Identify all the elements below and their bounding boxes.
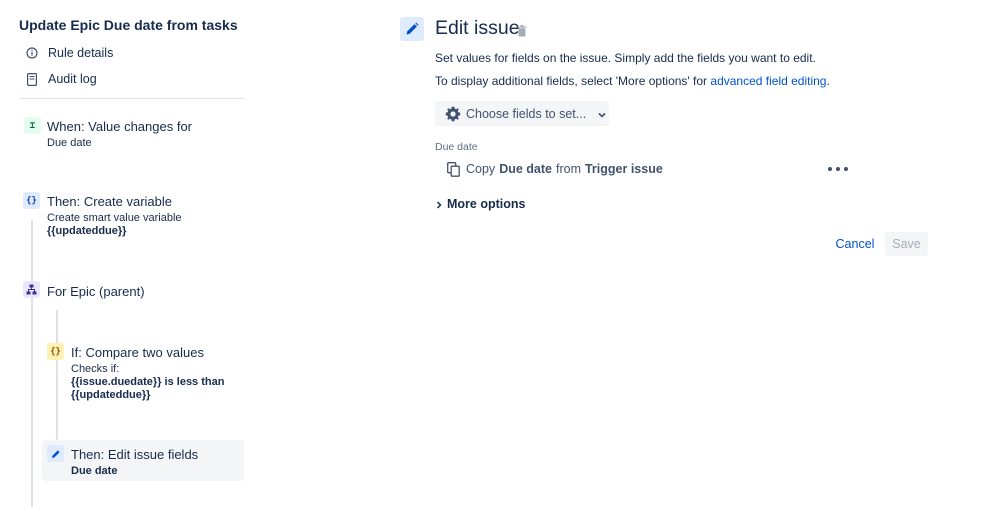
chevron-down-icon [597,109,607,119]
copy-word: Copy [466,162,496,176]
rule-sidebar: Update Epic Due date from tasks Rule det… [0,0,250,507]
step-edit-issue-title: Then: Edit issue fields [71,447,199,462]
page-title: Edit issue [435,17,520,39]
trigger-icon: ⌶ [24,117,41,134]
copy-icon [447,161,460,177]
step-condition-desc: Checks if: [71,363,120,375]
advanced-hint: To display additional fields, select 'Mo… [435,74,830,88]
step-condition-expression: {{issue.duedate}} is less than [71,376,225,388]
advanced-hint-suffix: . [826,74,830,88]
step-branch-epic-title: For Epic (parent) [47,284,145,299]
choose-fields-label: Choose fields to set... [466,106,587,121]
chevron-right-icon [435,199,443,209]
step-trigger-title: When: Value changes for [47,119,193,134]
info-icon [26,46,38,60]
copy-field-row: Copy Due date from Trigger issue [447,160,663,178]
step-trigger[interactable]: ⌶ When: Value changes for Due date [22,117,244,153]
cancel-button[interactable]: Cancel [829,232,881,256]
copy-source: Trigger issue [584,162,663,176]
more-actions-icon[interactable] [828,162,848,176]
braces-icon: {} [23,192,40,209]
step-create-variable-title: Then: Create variable [47,194,173,209]
step-create-variable-desc: Create smart value variable [47,212,182,224]
due-date-field-label: Due date [435,141,478,153]
nav-audit-log-label: Audit log [48,72,97,86]
gear-icon [445,106,461,122]
more-options-toggle[interactable]: More options [435,197,525,211]
step-trigger-field: Due date [47,137,92,149]
step-edit-issue-field: Due date [71,465,118,477]
document-icon [26,72,38,86]
nav-audit-log[interactable]: Audit log [26,69,97,89]
copy-from-word: from [555,162,581,176]
hierarchy-icon [23,281,40,298]
step-branch-epic[interactable]: For Epic (parent) [22,281,244,301]
trash-icon[interactable] [517,24,527,37]
edit-description: Set values for fields on the issue. Simp… [435,51,816,65]
flow-connector-line [31,220,33,507]
copy-field-name: Due date [499,162,552,176]
sidebar-divider [19,98,244,99]
step-create-variable-value: {{updateddue}} [47,225,127,237]
advanced-hint-prefix: To display additional fields, select 'Mo… [435,74,711,88]
edit-issue-pencil-icon [400,17,424,41]
nav-rule-details-label: Rule details [48,46,114,60]
pencil-icon [47,445,64,462]
step-edit-issue[interactable]: Then: Edit issue fields Due date [46,445,244,481]
step-condition-value: {{updateddue}} [71,389,151,401]
nav-rule-details[interactable]: Rule details [26,43,113,63]
save-button[interactable]: Save [885,232,928,256]
advanced-field-editing-link[interactable]: advanced field editing [710,74,826,88]
braces-icon: {} [47,343,64,360]
rule-title: Update Epic Due date from tasks [19,17,238,33]
choose-fields-button[interactable]: Choose fields to set... [435,101,609,126]
step-condition[interactable]: {} If: Compare two values Checks if: {{i… [46,343,244,405]
more-options-label: More options [447,197,526,211]
step-create-variable[interactable]: {} Then: Create variable Create smart va… [22,192,244,240]
step-condition-title: If: Compare two values [71,345,204,360]
